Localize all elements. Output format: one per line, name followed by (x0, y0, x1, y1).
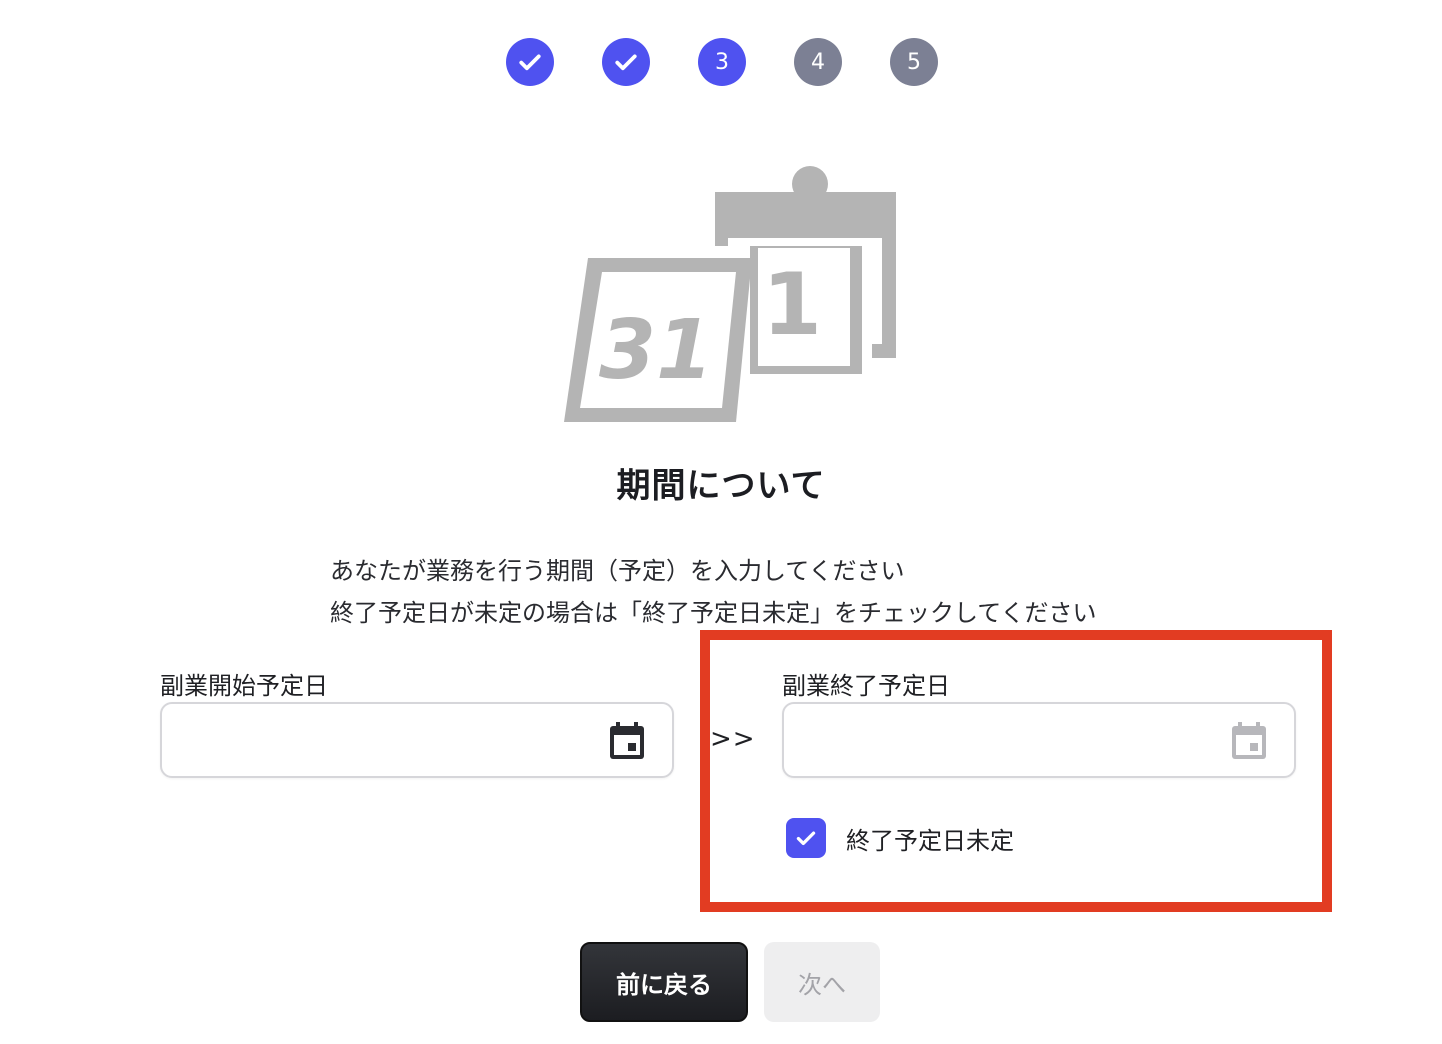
step-1-complete (506, 38, 554, 86)
back-button[interactable]: 前に戻る (580, 942, 748, 1022)
step-3-current: 3 (698, 38, 746, 86)
highlight-box (700, 630, 1332, 912)
calendar-icon[interactable] (608, 721, 646, 761)
back-page-number: 1 (762, 255, 822, 355)
stepper: 3 4 5 (506, 38, 938, 88)
step-5: 5 (890, 38, 938, 86)
front-page-number: 31 (599, 303, 713, 398)
description: あなたが業務を行う期間（予定）を入力してください 終了予定日が未定の場合は「終了… (330, 550, 1210, 634)
check-icon (519, 54, 541, 71)
step-2-complete (602, 38, 650, 86)
calendar-illustration-icon: 1 31 (564, 166, 896, 422)
next-button[interactable]: 次へ (764, 942, 880, 1022)
description-line-1: あなたが業務を行う期間（予定）を入力してください (330, 557, 905, 585)
step-4: 4 (794, 38, 842, 86)
start-date-label: 副業開始予定日 (160, 672, 328, 700)
description-line-2: 終了予定日が未定の場合は「終了予定日未定」をチェックしてください (330, 599, 1097, 627)
page-title: 期間について (616, 466, 826, 506)
start-date-input[interactable] (160, 702, 674, 778)
check-icon (615, 54, 637, 71)
